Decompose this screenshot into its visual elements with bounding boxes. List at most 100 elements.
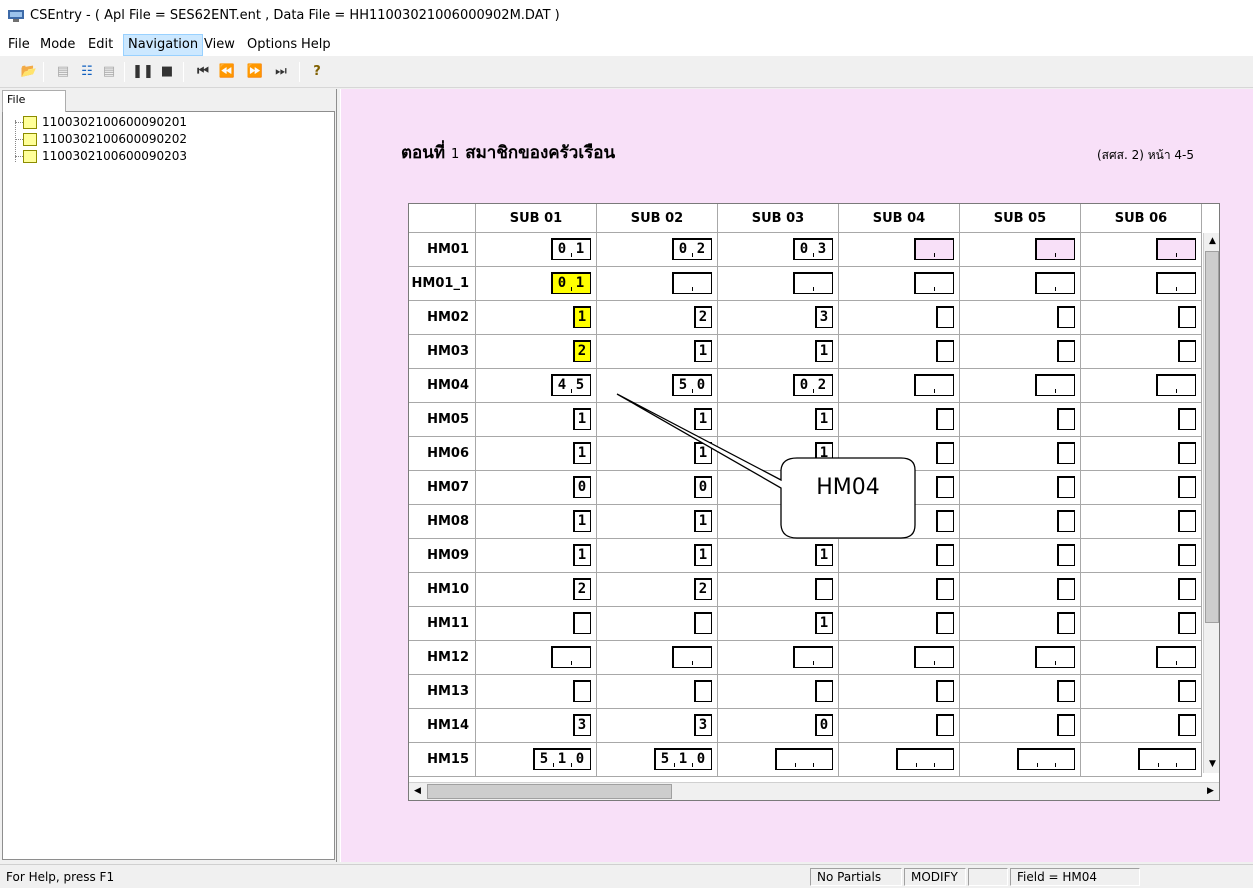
field-hm14-sub1[interactable]: 3: [573, 714, 591, 736]
field-hm03-sub4[interactable]: [936, 340, 954, 362]
field-hm15-sub4[interactable]: [896, 748, 954, 770]
open-icon[interactable]: 📂: [18, 61, 40, 83]
case-item[interactable]: 1100302100600090201: [23, 114, 187, 131]
field-hm01-1-sub5[interactable]: [1035, 272, 1075, 294]
field-hm06-sub3[interactable]: 1: [815, 442, 833, 464]
insert-case-icon[interactable]: ☷: [76, 61, 98, 83]
field-hm13-sub5[interactable]: [1057, 680, 1075, 702]
field-hm02-sub1[interactable]: 1: [573, 306, 591, 328]
field-hm13-sub3[interactable]: [815, 680, 833, 702]
field-hm01-sub6[interactable]: [1156, 238, 1196, 260]
field-hm03-sub3[interactable]: 1: [815, 340, 833, 362]
field-hm10-sub3[interactable]: [815, 578, 833, 600]
field-hm14-sub6[interactable]: [1178, 714, 1196, 736]
field-hm08-sub2[interactable]: 1: [694, 510, 712, 532]
case-item[interactable]: 1100302100600090202: [23, 131, 187, 148]
field-hm06-sub4[interactable]: [936, 442, 954, 464]
field-hm01-sub5[interactable]: [1035, 238, 1075, 260]
field-hm04-sub6[interactable]: [1156, 374, 1196, 396]
field-hm08-sub4[interactable]: [936, 510, 954, 532]
field-hm11-sub5[interactable]: [1057, 612, 1075, 634]
tab-file[interactable]: File: [2, 90, 66, 112]
menu-edit[interactable]: Edit: [84, 34, 117, 56]
field-hm12-sub3[interactable]: [793, 646, 833, 668]
field-hm01-sub4[interactable]: [914, 238, 954, 260]
first-icon[interactable]: ⏮: [192, 61, 214, 83]
field-hm09-sub3[interactable]: 1: [815, 544, 833, 566]
field-hm01-1-sub3[interactable]: [793, 272, 833, 294]
scroll-right-icon[interactable]: ▶: [1202, 783, 1219, 800]
field-hm05-sub1[interactable]: 1: [573, 408, 591, 430]
scroll-down-icon[interactable]: ▼: [1204, 756, 1219, 773]
field-hm14-sub3[interactable]: 0: [815, 714, 833, 736]
field-hm05-sub5[interactable]: [1057, 408, 1075, 430]
field-hm09-sub5[interactable]: [1057, 544, 1075, 566]
verify-icon[interactable]: ▤: [98, 61, 120, 83]
field-hm15-sub2[interactable]: 510: [654, 748, 712, 770]
field-hm09-sub6[interactable]: [1178, 544, 1196, 566]
field-hm07-sub2[interactable]: 0: [694, 476, 712, 498]
field-hm14-sub5[interactable]: [1057, 714, 1075, 736]
menu-mode[interactable]: Mode: [36, 34, 79, 56]
field-hm10-sub6[interactable]: [1178, 578, 1196, 600]
field-hm01-sub3[interactable]: 03: [793, 238, 833, 260]
menu-file[interactable]: File: [4, 34, 34, 56]
field-hm15-sub5[interactable]: [1017, 748, 1075, 770]
field-hm03-sub5[interactable]: [1057, 340, 1075, 362]
field-hm04-sub3[interactable]: 02: [793, 374, 833, 396]
field-hm02-sub3[interactable]: 3: [815, 306, 833, 328]
field-hm07-sub4[interactable]: [936, 476, 954, 498]
field-hm02-sub6[interactable]: [1178, 306, 1196, 328]
field-hm15-sub3[interactable]: [775, 748, 833, 770]
field-hm02-sub4[interactable]: [936, 306, 954, 328]
field-hm11-sub3[interactable]: 1: [815, 612, 833, 634]
field-hm13-sub2[interactable]: [694, 680, 712, 702]
field-hm07-sub6[interactable]: [1178, 476, 1196, 498]
horizontal-scrollbar[interactable]: ◀ ▶: [409, 782, 1219, 800]
add-case-icon[interactable]: ▤: [52, 61, 74, 83]
field-hm11-sub6[interactable]: [1178, 612, 1196, 634]
field-hm09-sub4[interactable]: [936, 544, 954, 566]
field-hm01-1-sub4[interactable]: [914, 272, 954, 294]
field-hm02-sub5[interactable]: [1057, 306, 1075, 328]
scroll-up-icon[interactable]: ▲: [1204, 233, 1219, 250]
horizontal-scroll-thumb[interactable]: [427, 784, 672, 799]
menu-view[interactable]: View: [200, 34, 239, 56]
case-item[interactable]: 1100302100600090203: [23, 148, 187, 165]
field-hm10-sub5[interactable]: [1057, 578, 1075, 600]
field-hm03-sub6[interactable]: [1178, 340, 1196, 362]
field-hm09-sub2[interactable]: 1: [694, 544, 712, 566]
stop-icon[interactable]: ■: [156, 61, 178, 83]
field-hm01-1-sub1[interactable]: 01: [551, 272, 591, 294]
field-hm04-sub2[interactable]: 50: [672, 374, 712, 396]
field-hm05-sub2[interactable]: 1: [694, 408, 712, 430]
menu-options[interactable]: Options: [243, 34, 301, 56]
field-hm12-sub5[interactable]: [1035, 646, 1075, 668]
menu-navigation[interactable]: Navigation: [123, 34, 204, 56]
field-hm08-sub6[interactable]: [1178, 510, 1196, 532]
pause-icon[interactable]: ❚❚: [132, 61, 154, 83]
field-hm11-sub2[interactable]: [694, 612, 712, 634]
help-icon[interactable]: ?: [306, 61, 328, 83]
field-hm08-sub1[interactable]: 1: [573, 510, 591, 532]
field-hm12-sub2[interactable]: [672, 646, 712, 668]
next-icon[interactable]: ⏩: [244, 61, 266, 83]
field-hm05-sub3[interactable]: 1: [815, 408, 833, 430]
field-hm06-sub6[interactable]: [1178, 442, 1196, 464]
field-hm01-1-sub6[interactable]: [1156, 272, 1196, 294]
field-hm10-sub4[interactable]: [936, 578, 954, 600]
field-hm07-sub1[interactable]: 0: [573, 476, 591, 498]
field-hm02-sub2[interactable]: 2: [694, 306, 712, 328]
field-hm14-sub4[interactable]: [936, 714, 954, 736]
field-hm11-sub4[interactable]: [936, 612, 954, 634]
field-hm13-sub6[interactable]: [1178, 680, 1196, 702]
field-hm15-sub6[interactable]: [1138, 748, 1196, 770]
field-hm06-sub1[interactable]: 1: [573, 442, 591, 464]
vertical-scrollbar[interactable]: ▲ ▼: [1203, 233, 1219, 773]
field-hm13-sub1[interactable]: [573, 680, 591, 702]
field-hm03-sub2[interactable]: 1: [694, 340, 712, 362]
field-hm06-sub5[interactable]: [1057, 442, 1075, 464]
field-hm01-sub2[interactable]: 02: [672, 238, 712, 260]
field-hm04-sub1[interactable]: 45: [551, 374, 591, 396]
field-hm13-sub4[interactable]: [936, 680, 954, 702]
